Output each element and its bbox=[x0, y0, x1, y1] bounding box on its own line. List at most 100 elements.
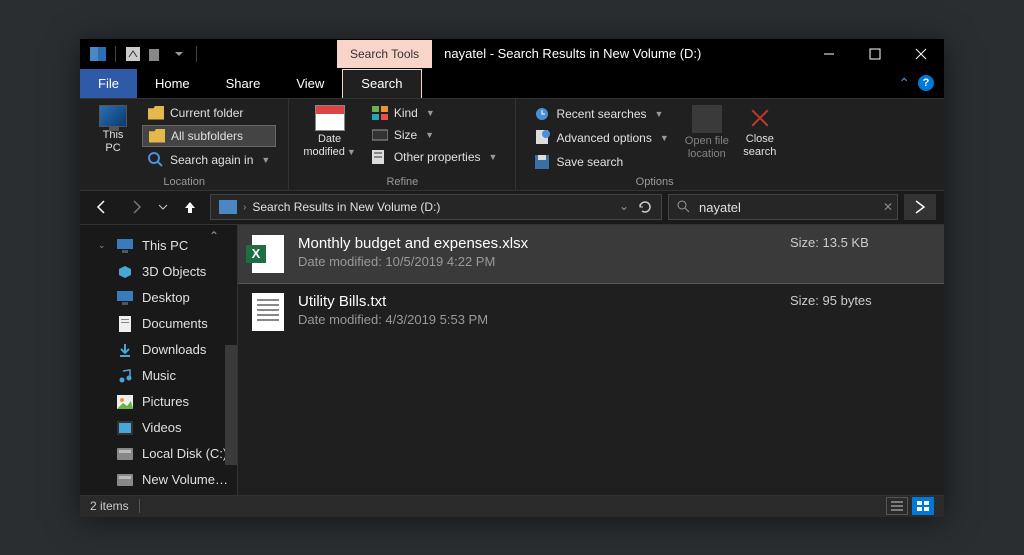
search-icon bbox=[148, 152, 164, 168]
context-tab-search-tools[interactable]: Search Tools bbox=[337, 40, 432, 68]
ribbon-tabs: File Home Share View Search ⌃ ? bbox=[80, 69, 944, 99]
nav-local-disk-c[interactable]: Local Disk (C:) bbox=[80, 441, 237, 467]
search-box[interactable]: ✕ bbox=[668, 194, 898, 220]
file-modified: Date modified: 4/3/2019 5:53 PM bbox=[298, 312, 776, 327]
nav-new-volume-d[interactable]: New Volume (D:) bbox=[80, 467, 237, 493]
minimize-button[interactable] bbox=[806, 39, 852, 69]
address-dropdown-icon[interactable]: ⌄ bbox=[619, 199, 629, 215]
tab-view[interactable]: View bbox=[278, 69, 342, 98]
document-icon bbox=[116, 316, 134, 332]
file-size: Size: 13.5 KB bbox=[790, 235, 930, 250]
file-name: Utility Bills.txt bbox=[298, 293, 776, 310]
nav-scrollbar[interactable] bbox=[225, 345, 237, 465]
nav-videos[interactable]: Videos bbox=[80, 415, 237, 441]
desktop-icon bbox=[116, 290, 134, 306]
file-size: Size: 95 bytes bbox=[790, 293, 930, 308]
size-icon bbox=[372, 128, 388, 142]
nav-collapse-icon[interactable]: ⌃ bbox=[209, 229, 219, 243]
nav-3d-objects[interactable]: 3D Objects bbox=[80, 259, 237, 285]
cube-icon bbox=[116, 264, 134, 280]
calendar-icon bbox=[315, 105, 345, 131]
properties-icon bbox=[372, 150, 388, 164]
view-details-button[interactable] bbox=[886, 497, 908, 515]
other-properties-button[interactable]: Other properties▼ bbox=[366, 147, 504, 167]
advanced-options-button[interactable]: Advanced options▼ bbox=[528, 127, 674, 149]
help-icon[interactable]: ? bbox=[918, 75, 934, 91]
kind-button[interactable]: Kind▼ bbox=[366, 103, 504, 123]
disk-icon bbox=[116, 472, 134, 488]
kind-icon bbox=[372, 106, 388, 120]
download-icon bbox=[116, 342, 134, 358]
maximize-button[interactable] bbox=[852, 39, 898, 69]
monitor-icon bbox=[116, 238, 134, 254]
folder-icon bbox=[149, 129, 165, 143]
nav-desktop[interactable]: Desktop bbox=[80, 285, 237, 311]
tab-share[interactable]: Share bbox=[208, 69, 279, 98]
app-icon bbox=[90, 46, 106, 62]
this-pc-button[interactable]: This PC bbox=[88, 103, 138, 157]
nav-music[interactable]: Music bbox=[80, 363, 237, 389]
properties-icon[interactable] bbox=[125, 46, 141, 62]
forward-button[interactable] bbox=[122, 193, 150, 221]
all-subfolders-button[interactable]: All subfolders bbox=[142, 125, 276, 147]
address-bar-row: › Search Results in New Volume (D:) ⌄ ✕ bbox=[80, 191, 944, 225]
window-title: nayatel - Search Results in New Volume (… bbox=[432, 46, 806, 61]
monitor-icon bbox=[99, 105, 127, 127]
chevron-down-icon[interactable]: ⌄ bbox=[98, 240, 108, 251]
search-go-button[interactable] bbox=[904, 194, 936, 220]
chevron-right-icon[interactable]: › bbox=[243, 202, 246, 213]
current-folder-button[interactable]: Current folder bbox=[142, 103, 276, 123]
open-location-icon bbox=[692, 105, 722, 133]
titlebar: Search Tools nayatel - Search Results in… bbox=[80, 39, 944, 69]
up-button[interactable] bbox=[176, 193, 204, 221]
refresh-icon[interactable] bbox=[637, 199, 653, 215]
tab-file[interactable]: File bbox=[80, 69, 137, 98]
qat-dropdown-icon[interactable] bbox=[171, 46, 187, 62]
close-search-button[interactable]: Close search bbox=[735, 103, 785, 161]
view-large-icons-button[interactable] bbox=[912, 497, 934, 515]
file-modified: Date modified: 10/5/2019 4:22 PM bbox=[298, 254, 776, 269]
drive-icon bbox=[219, 200, 237, 214]
ribbon-group-refine: Date modified▼ Kind▼ Size▼ Other propert… bbox=[289, 99, 516, 190]
search-input[interactable] bbox=[699, 200, 875, 215]
result-row[interactable]: Utility Bills.txt Date modified: 4/3/201… bbox=[238, 283, 944, 341]
collapse-ribbon-icon[interactable]: ⌃ bbox=[898, 75, 910, 92]
back-button[interactable] bbox=[88, 193, 116, 221]
search-icon bbox=[677, 200, 691, 214]
file-name: Monthly budget and expenses.xlsx bbox=[298, 235, 776, 252]
recent-locations-button[interactable] bbox=[156, 193, 170, 221]
clear-search-icon[interactable]: ✕ bbox=[883, 200, 893, 214]
videos-icon bbox=[116, 420, 134, 436]
disk-icon bbox=[116, 446, 134, 462]
address-bar[interactable]: › Search Results in New Volume (D:) ⌄ bbox=[210, 194, 662, 220]
address-path: Search Results in New Volume (D:) bbox=[252, 200, 440, 214]
quick-access-toolbar bbox=[80, 46, 209, 62]
search-again-in-button[interactable]: Search again in▼ bbox=[142, 149, 276, 171]
nav-downloads[interactable]: Downloads bbox=[80, 337, 237, 363]
status-bar: 2 items bbox=[80, 495, 944, 517]
result-row[interactable]: Monthly budget and expenses.xlsx Date mo… bbox=[238, 225, 944, 283]
recent-searches-button[interactable]: Recent searches▼ bbox=[528, 103, 674, 125]
tab-home[interactable]: Home bbox=[137, 69, 208, 98]
save-search-button[interactable]: Save search bbox=[528, 151, 674, 173]
navigation-pane: ⌃ ⌄This PC 3D Objects Desktop Documents … bbox=[80, 225, 238, 495]
ribbon: This PC Current folder All subfolders Se… bbox=[80, 99, 944, 191]
results-pane: Monthly budget and expenses.xlsx Date mo… bbox=[238, 225, 944, 495]
ribbon-group-options: Recent searches▼ Advanced options▼ Save … bbox=[516, 99, 792, 190]
advanced-icon bbox=[534, 130, 550, 146]
folder-icon bbox=[148, 106, 164, 120]
tab-search[interactable]: Search bbox=[342, 69, 421, 98]
excel-file-icon bbox=[252, 235, 284, 273]
close-button[interactable] bbox=[898, 39, 944, 69]
text-file-icon bbox=[252, 293, 284, 331]
nav-pictures[interactable]: Pictures bbox=[80, 389, 237, 415]
item-count: 2 items bbox=[90, 499, 129, 513]
recent-icon bbox=[534, 106, 550, 122]
size-button[interactable]: Size▼ bbox=[366, 125, 504, 145]
open-file-location-button[interactable]: Open file location bbox=[679, 103, 735, 163]
date-modified-button[interactable]: Date modified▼ bbox=[297, 103, 362, 161]
new-folder-icon[interactable] bbox=[148, 46, 164, 62]
save-icon bbox=[534, 154, 550, 170]
nav-documents[interactable]: Documents bbox=[80, 311, 237, 337]
music-icon bbox=[116, 368, 134, 384]
